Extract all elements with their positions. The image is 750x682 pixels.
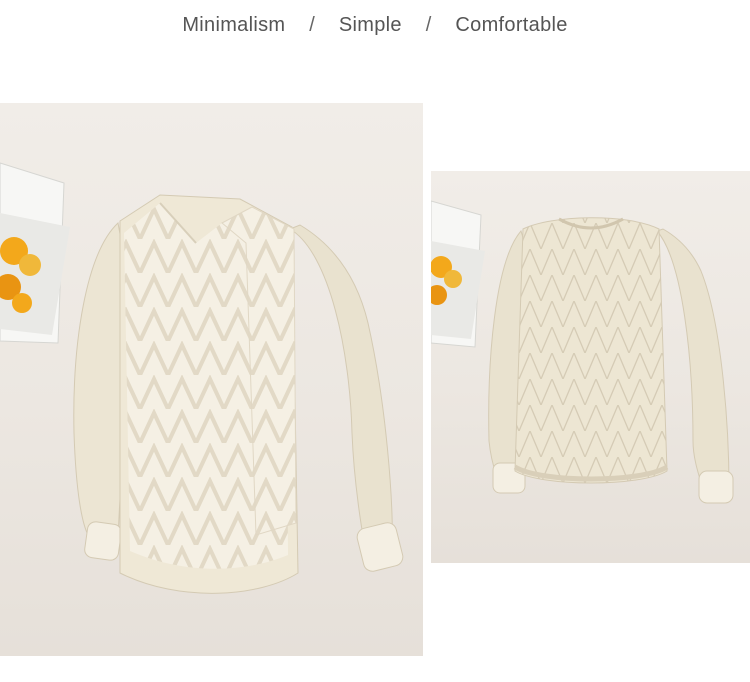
tagline-separator-1: / [309,14,316,36]
tagline-separator-2: / [425,14,432,36]
tagline-word-2: Simple [338,14,402,36]
tagline-word-3: Comfortable [455,14,568,36]
jacket-front-illustration [0,162,404,594]
tagline-word-1: Minimalism [182,14,286,36]
product-photo-front [0,103,423,656]
tagline: Minimalism / Simple / Comfortable [0,14,750,37]
jacket-back-illustration [431,200,734,504]
product-photo-back [431,171,750,563]
